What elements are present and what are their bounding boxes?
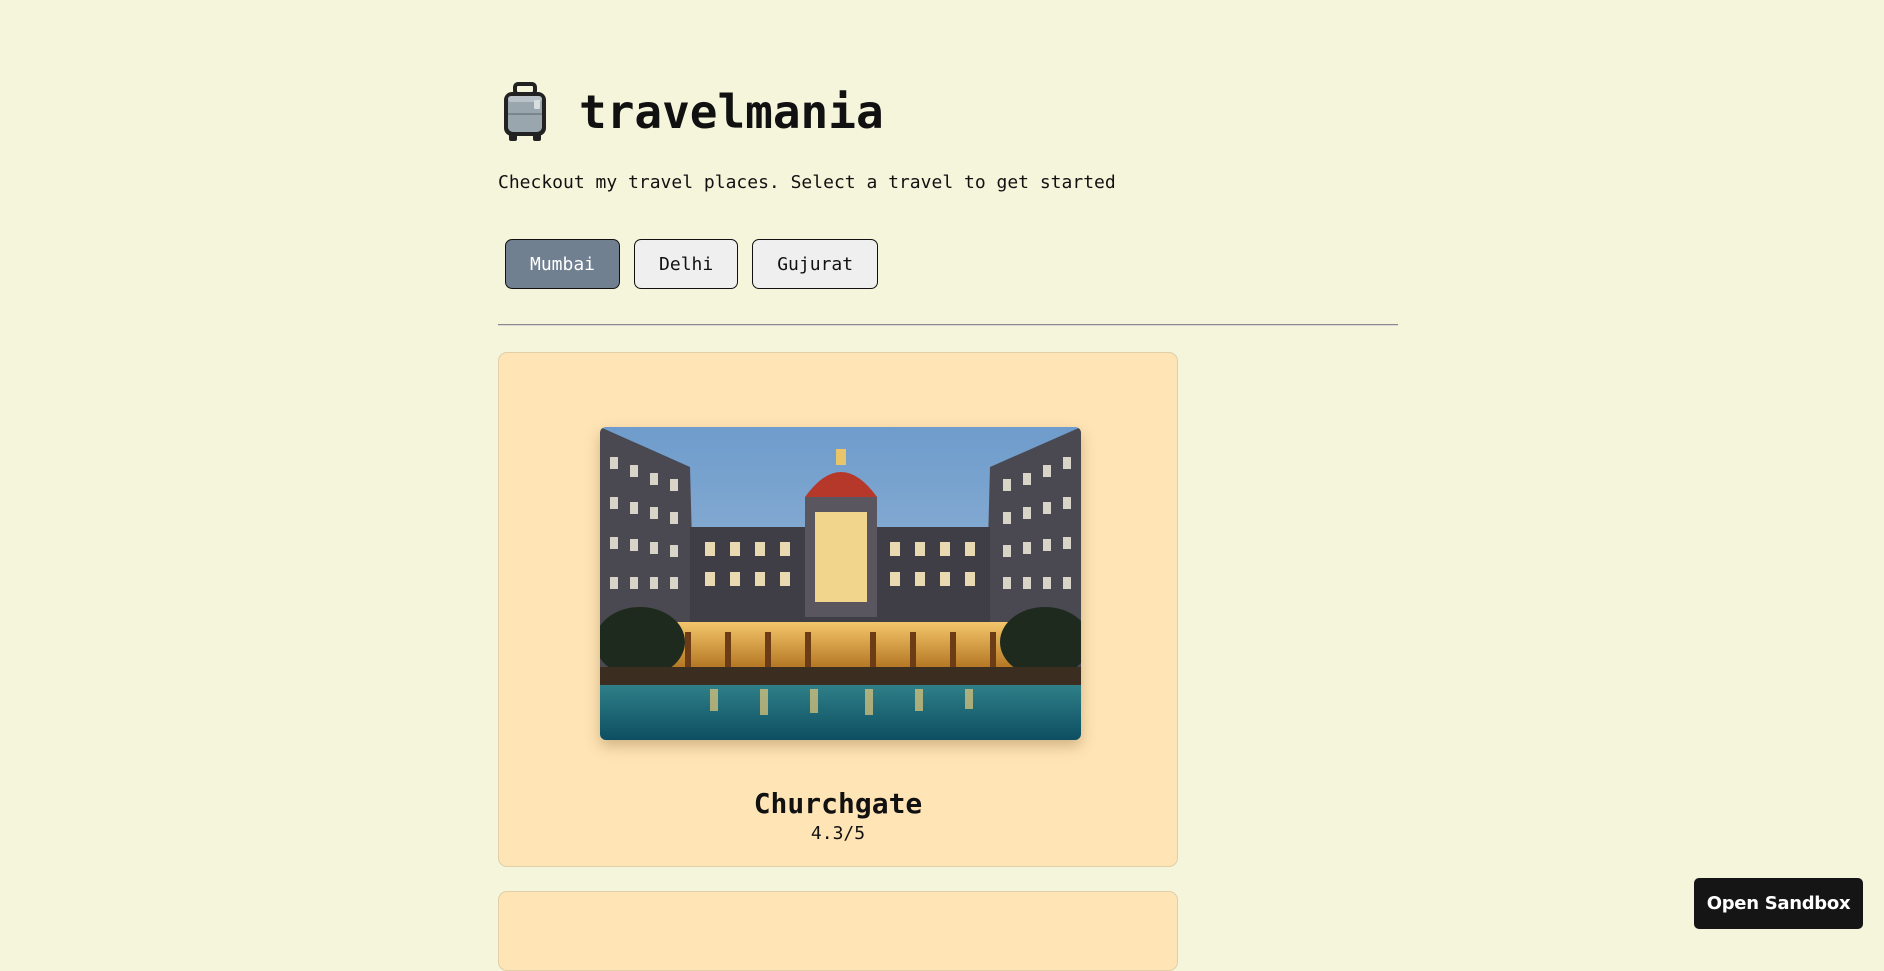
luggage-icon	[504, 82, 546, 141]
header: travelmania	[498, 78, 884, 146]
app-title: travelmania	[579, 85, 884, 139]
tab-mumbai[interactable]: Mumbai	[505, 239, 621, 289]
place-image	[600, 427, 1081, 740]
place-card-next	[498, 891, 1178, 971]
place-rating: 4.3/5	[810, 823, 866, 844]
open-sandbox-button[interactable]: Open Sandbox	[1694, 878, 1863, 929]
place-name: Churchgate	[753, 787, 923, 820]
tab-delhi[interactable]: Delhi	[634, 239, 739, 289]
city-tabs: Mumbai Delhi Gujurat	[505, 239, 879, 289]
divider	[498, 324, 1398, 326]
app-subtitle: Checkout my travel places. Select a trav…	[498, 172, 1116, 193]
place-card: Churchgate 4.3/5	[498, 352, 1178, 867]
tab-gujurat[interactable]: Gujurat	[752, 239, 879, 289]
